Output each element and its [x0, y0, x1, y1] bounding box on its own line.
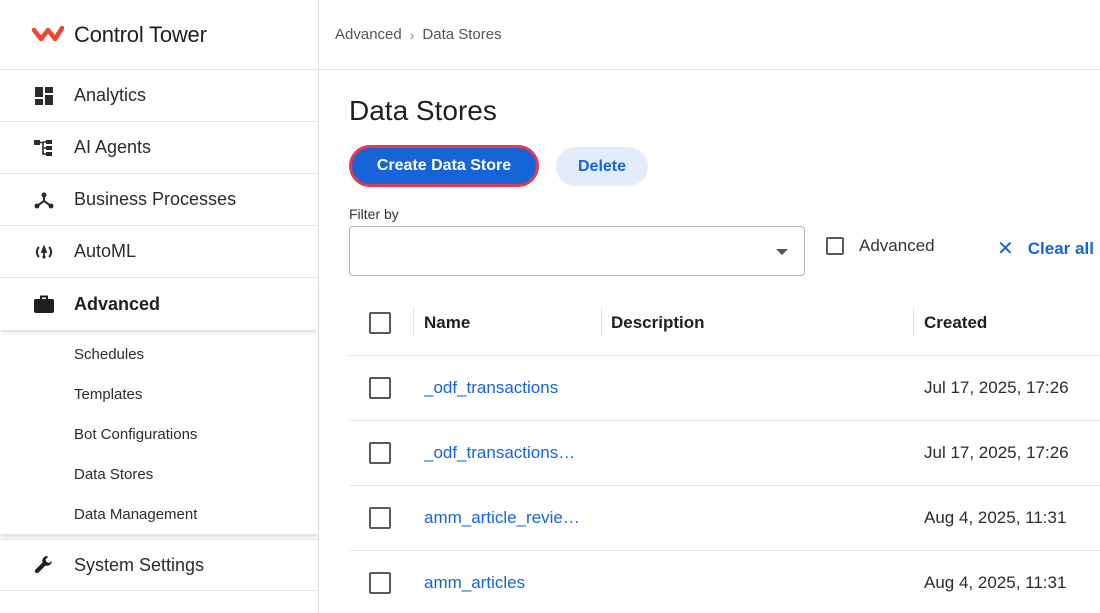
column-header-created[interactable]: Created [913, 313, 987, 333]
breadcrumb-parent[interactable]: Advanced [335, 26, 402, 43]
header-checkbox-cell [349, 311, 413, 334]
column-header-description[interactable]: Description [601, 313, 913, 333]
name-cell: amm_article_revie… [413, 508, 601, 528]
sidebar-item-advanced[interactable]: Advanced [0, 278, 318, 330]
filter-select[interactable] [349, 226, 805, 276]
sidebar: Control Tower Analytics AI Agents Busine… [0, 0, 319, 613]
subitem-data-management[interactable]: Data Management [0, 494, 318, 534]
briefcase-icon [34, 294, 54, 314]
row-checkbox[interactable] [369, 507, 391, 529]
row-checkbox[interactable] [369, 572, 391, 594]
breadcrumb: Advanced › Data Stores [319, 0, 1100, 70]
sidebar-item-analytics[interactable]: Analytics [0, 70, 318, 122]
subitem-schedules[interactable]: Schedules [0, 334, 318, 374]
created-cell: Aug 4, 2025, 11:31 [924, 573, 1067, 592]
created-cell: Jul 17, 2025, 17:26 [924, 443, 1069, 462]
sidebar-item-automl[interactable]: AutoML [0, 226, 318, 278]
create-data-store-button[interactable]: Create Data Store [349, 145, 539, 187]
subitem-bot-configurations[interactable]: Bot Configurations [0, 414, 318, 454]
advanced-checkbox[interactable] [826, 237, 844, 255]
advanced-submenu: Schedules Templates Bot Configurations D… [0, 330, 318, 535]
chevron-right-icon: › [409, 26, 415, 43]
data-store-link[interactable]: amm_articles [424, 573, 594, 593]
hierarchy-icon [34, 138, 54, 158]
name-cell: _odf_transactions… [413, 443, 601, 463]
breadcrumb-current: Data Stores [422, 26, 502, 43]
clear-all-label: Clear all [1027, 238, 1094, 258]
row-checkbox[interactable] [369, 377, 391, 399]
dashboard-icon [34, 86, 54, 106]
wrench-icon [34, 555, 54, 575]
clear-all-button[interactable]: ✕ Clear all [997, 236, 1094, 261]
main-content: Advanced › Data Stores Data Stores Creat… [319, 0, 1100, 613]
data-store-link[interactable]: _odf_transactions… [424, 443, 594, 463]
name-cell: _odf_transactions [413, 378, 601, 398]
data-stores-table: Name Description Created _odf_transactio… [349, 290, 1100, 613]
subitem-data-stores[interactable]: Data Stores [0, 454, 318, 494]
advanced-filter-toggle[interactable]: Advanced [826, 236, 935, 256]
column-header-name[interactable]: Name [413, 313, 601, 333]
sidebar-item-label: Advanced [74, 293, 161, 314]
sidebar-item-ai-agents[interactable]: AI Agents [0, 122, 318, 174]
data-store-link[interactable]: amm_article_revie… [424, 508, 594, 528]
sidebar-item-label: AutoML [74, 241, 137, 261]
column-divider[interactable] [601, 308, 602, 336]
delete-button[interactable]: Delete [556, 147, 648, 186]
control-tower-logo-icon [32, 25, 64, 41]
sidebar-item-label: System Settings [74, 554, 205, 575]
subitem-templates[interactable]: Templates [0, 374, 318, 414]
caret-down-icon [776, 249, 788, 255]
created-cell: Aug 4, 2025, 11:31 [924, 508, 1067, 527]
row-checkbox-cell [349, 442, 413, 464]
advanced-checkbox-label: Advanced [859, 236, 935, 255]
column-divider[interactable] [913, 308, 914, 336]
sidebar-item-label: Analytics [74, 85, 147, 105]
sidebar-item-label: AI Agents [74, 137, 152, 157]
sidebar-item-business-processes[interactable]: Business Processes [0, 174, 318, 226]
sidebar-item-system-settings[interactable]: System Settings [0, 539, 318, 591]
data-store-link[interactable]: _odf_transactions [424, 378, 594, 398]
process-icon [34, 190, 54, 210]
sidebar-item-label: Business Processes [74, 189, 237, 209]
filter-label: Filter by [349, 206, 399, 222]
app-title: Control Tower [74, 21, 207, 47]
brand[interactable]: Control Tower [0, 0, 318, 70]
row-checkbox[interactable] [369, 442, 391, 464]
select-all-checkbox[interactable] [369, 311, 391, 334]
table-row: amm_article_revie… Aug 4, 2025, 11:31 [349, 486, 1100, 551]
table-row: _odf_transactions… Jul 17, 2025, 17:26 [349, 421, 1100, 486]
table-row: _odf_transactions Jul 17, 2025, 17:26 [349, 356, 1100, 421]
row-checkbox-cell [349, 377, 413, 399]
table-header: Name Description Created [349, 290, 1100, 356]
automl-icon [34, 242, 54, 262]
close-icon: ✕ [997, 238, 1014, 260]
created-cell: Jul 17, 2025, 17:26 [924, 378, 1069, 397]
column-divider[interactable] [413, 308, 414, 336]
table-row: amm_articles Aug 4, 2025, 11:31 [349, 551, 1100, 613]
row-checkbox-cell [349, 572, 413, 594]
page-title: Data Stores [349, 95, 497, 126]
name-cell: amm_articles [413, 573, 601, 593]
row-checkbox-cell [349, 507, 413, 529]
